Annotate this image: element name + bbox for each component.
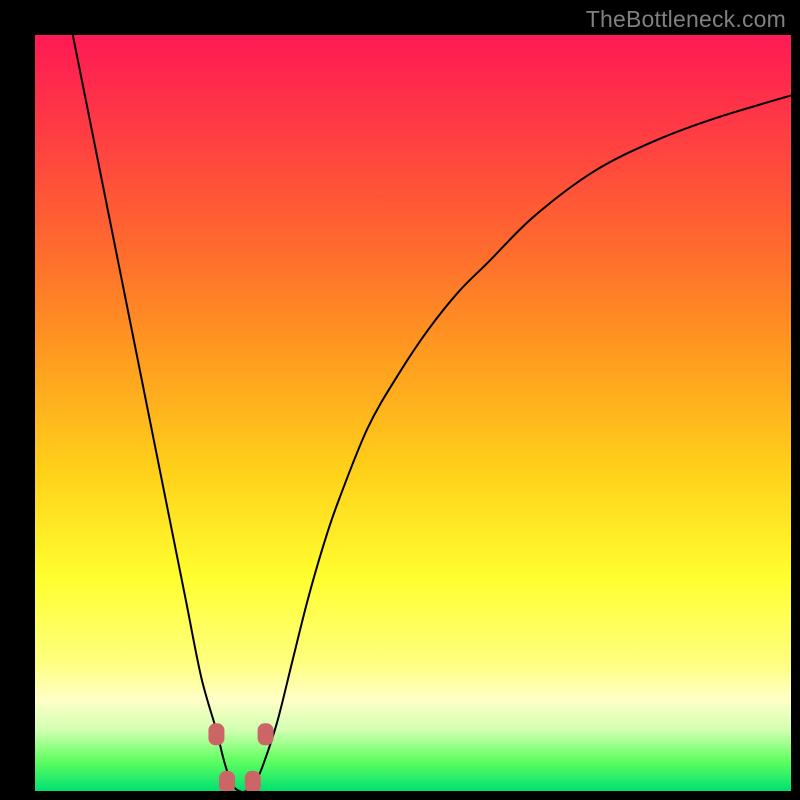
marker-dot — [219, 771, 235, 791]
marker-dot — [208, 723, 224, 745]
markers-group — [208, 723, 273, 791]
marker-dot — [258, 723, 274, 745]
frame: TheBottleneck.com — [0, 0, 800, 800]
chart-svg — [35, 35, 791, 791]
marker-dot — [245, 771, 261, 791]
plot-area — [35, 35, 791, 791]
watermark-text: TheBottleneck.com — [586, 6, 786, 33]
bottleneck-curve — [73, 35, 791, 791]
